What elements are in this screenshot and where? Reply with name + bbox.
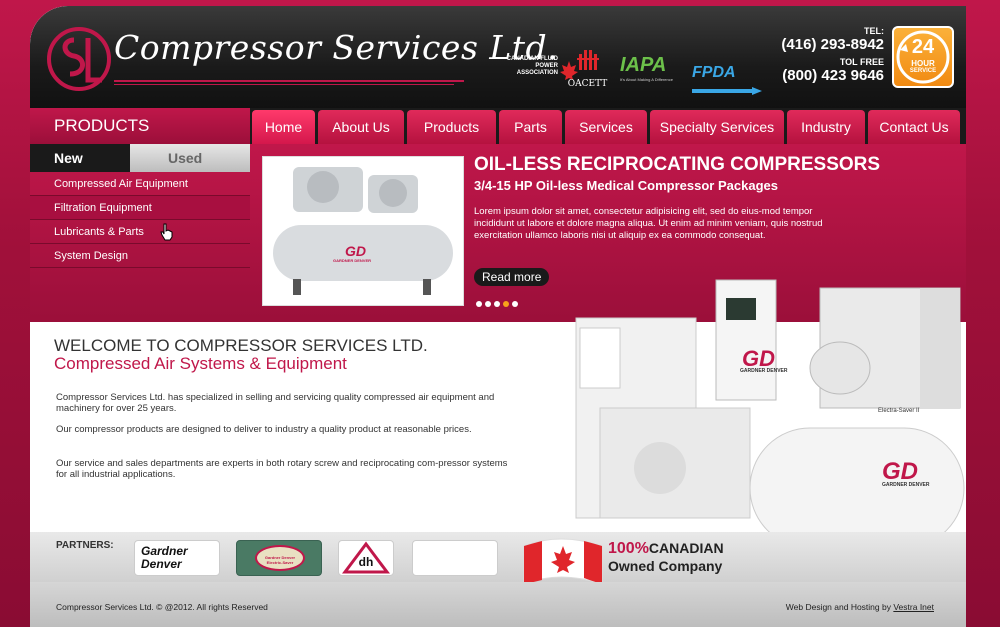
canadian-word: CANADIAN — [648, 540, 724, 556]
partner-logo-gardner-denver-label: Gardner Denver — [141, 544, 188, 571]
canadian-owned-line1: 100%CANADIAN — [608, 540, 724, 558]
slider-dot-active[interactable] — [503, 301, 509, 307]
machine-logo-sub: GARDNER DENVER — [740, 368, 788, 374]
fpda-label: FPDA — [692, 64, 736, 81]
tank-logo-sub: GARDNER DENVER — [882, 482, 930, 488]
sidebar-item-lubricants[interactable]: Lubricants & Parts — [30, 220, 250, 244]
partners-label: PARTNERS: — [56, 540, 114, 551]
site-header: Compressor Services Ltd. CANADIAN FLUID … — [30, 6, 966, 108]
iapa-logo[interactable]: IAPA It's About Making A Difference — [620, 54, 680, 98]
slider-dot[interactable] — [512, 301, 518, 307]
fpda-arrow-icon — [692, 87, 762, 95]
products-sidebar: New Used Compressed Air Equipment Filtra… — [30, 144, 250, 322]
tel-label: TEL: — [864, 26, 884, 36]
welcome-paragraph: Compressor Services Ltd. has specialized… — [56, 392, 495, 414]
badge-service: SERVICE — [909, 68, 937, 74]
sidebar-item-lubricants-label: Lubricants & Parts — [54, 226, 144, 238]
tab-industry[interactable]: Industry — [787, 110, 865, 144]
canadian-pct: 100% — [608, 540, 649, 557]
iapa-tagline: It's About Making A Difference — [620, 77, 673, 82]
tab-services[interactable]: Services — [565, 110, 647, 144]
partner-logo-dh[interactable]: dh — [338, 540, 394, 576]
partner-logo-dh-label: dh — [358, 555, 374, 569]
tollfree-label: TOL FREE — [839, 57, 884, 67]
site-footer: Compressor Services Ltd. © @2012. All ri… — [30, 582, 966, 627]
page-frame: Compressor Services Ltd. CANADIAN FLUID … — [30, 6, 966, 627]
welcome-paragraph: Our compressor products are designed to … — [56, 424, 472, 435]
partner-logo-electric-saver[interactable]: Gardner Denver Electric-Saver — [236, 540, 322, 576]
brand-logo-icon[interactable] — [44, 24, 114, 94]
main-nav: PRODUCTS Home About Us Products Parts Se… — [30, 108, 966, 144]
credit-prefix: Web Design and Hosting by — [785, 602, 891, 612]
slide-image-logo: GD — [345, 243, 366, 259]
slide-subtitle: 3/4-15 HP Oil-less Medical Compressor Pa… — [474, 178, 778, 193]
sidebar-item-system-design[interactable]: System Design — [30, 244, 250, 268]
tab-products[interactable]: Products — [407, 110, 496, 144]
read-more-button[interactable]: Read more — [474, 268, 550, 286]
24-hour-service-badge[interactable]: 24 HOUR SERVICE — [892, 26, 954, 88]
oacett-mark-icon — [576, 50, 599, 70]
rotary-compressor-image — [575, 279, 965, 549]
nav-tabs: Home About Us Products Parts Services Sp… — [252, 108, 963, 144]
canadian-owned-line2: Owned Company — [608, 558, 723, 574]
machine-panel-label: Electra-Saver II — [878, 408, 920, 414]
tab-home[interactable]: Home — [252, 110, 315, 144]
toggle-used[interactable]: Used — [130, 144, 250, 172]
tab-parts[interactable]: Parts — [499, 110, 562, 144]
slider-dot[interactable] — [476, 301, 482, 307]
oilless-compressor-image — [273, 167, 453, 295]
new-used-toggle: New Used — [30, 144, 250, 172]
iapa-label: IAPA — [620, 54, 667, 76]
brand-name[interactable]: Compressor Services Ltd. — [114, 28, 558, 67]
partners-strip: PARTNERS: Gardner Denver Gardner Denver … — [30, 532, 966, 582]
tollfree-number[interactable]: (800) 423 9646 — [781, 67, 884, 84]
credit-link[interactable]: Vestra Inet — [893, 602, 934, 612]
welcome-subtitle: Compressed Air Systems & Equipment — [54, 354, 347, 373]
fpda-logo[interactable]: FPDA — [692, 64, 772, 108]
slider-dot[interactable] — [494, 301, 500, 307]
badge-hour: HOUR — [911, 59, 935, 68]
sidebar-item-filtration[interactable]: Filtration Equipment — [30, 196, 250, 220]
slider-dot[interactable] — [485, 301, 491, 307]
oacett-logo[interactable]: OACETT — [565, 48, 610, 92]
tel-number[interactable]: (416) 293-8942 — [781, 36, 884, 53]
credit-text: Web Design and Hosting by Vestra Inet — [786, 602, 934, 612]
slider-dots — [476, 301, 518, 307]
partner-logo-blank[interactable] — [412, 540, 498, 576]
logo-rule-2 — [114, 84, 454, 85]
badge-24: 24 — [911, 36, 935, 58]
hand-cursor-icon — [160, 223, 173, 241]
contact-block: TEL: (416) 293-8942 TOL FREE (800) 423 9… — [781, 26, 884, 84]
slide-image[interactable]: GD GARDNER DENVER — [262, 156, 464, 306]
tab-about-us[interactable]: About Us — [318, 110, 404, 144]
partner-logo-electric-saver-label: Gardner Denver Electric-Saver — [255, 545, 305, 571]
logo-rule — [114, 80, 464, 82]
welcome-paragraph: Our service and sales departments are ex… — [56, 458, 508, 480]
copyright-text: Compressor Services Ltd. © @2012. All ri… — [56, 602, 268, 612]
sidebar-item-compressed-air[interactable]: Compressed Air Equipment — [30, 172, 250, 196]
tab-specialty-services[interactable]: Specialty Services — [650, 110, 784, 144]
toggle-new[interactable]: New — [30, 144, 130, 172]
partner-logo-gardner-denver[interactable]: Gardner Denver — [134, 540, 220, 576]
welcome-title: WELCOME TO COMPRESSOR SERVICES LTD. — [54, 336, 428, 355]
tab-contact-us[interactable]: Contact Us — [868, 110, 960, 144]
oacett-label: OACETT — [567, 79, 608, 89]
cfpa-logo[interactable]: CANADIAN FLUID POWER ASSOCIATION — [498, 56, 558, 100]
slide-body: Lorem ipsum dolor sit amet, consectetur … — [474, 206, 823, 241]
slide-image-logo-sub: GARDNER DENVER — [333, 258, 372, 263]
slide-title: OIL-LESS RECIPROCATING COMPRESSORS — [474, 154, 881, 175]
products-panel-title: PRODUCTS — [30, 108, 250, 144]
